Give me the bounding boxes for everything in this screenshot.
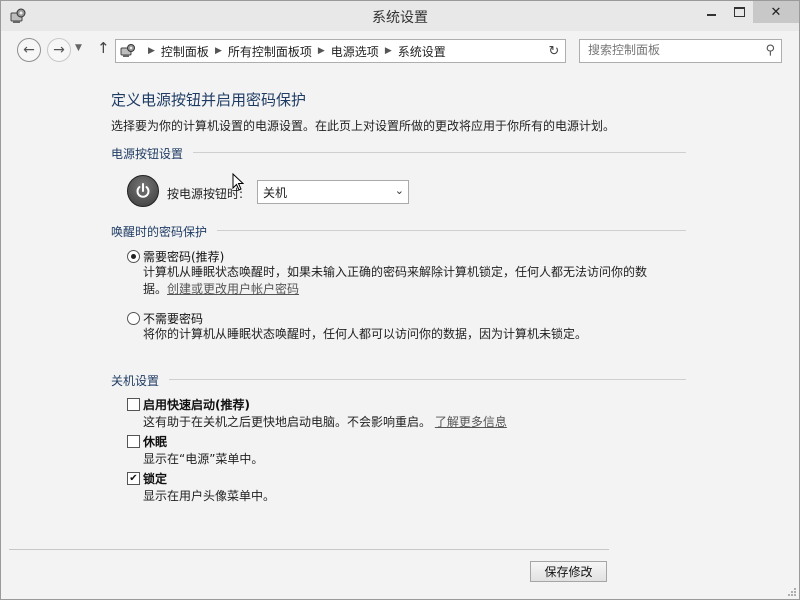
- radio-selected-dot: [131, 254, 136, 259]
- maximize-icon: [733, 7, 745, 17]
- navigation-bar: ← → ▼ ↑ ▶ 控制面板 ▶ 所有控制面板项 ▶ 电源选项 ▶ 系统设置 ↻…: [1, 31, 799, 67]
- search-input[interactable]: [580, 40, 758, 60]
- checkmark-icon: ✔: [129, 473, 138, 484]
- address-bar[interactable]: ▶ 控制面板 ▶ 所有控制面板项 ▶ 电源选项 ▶ 系统设置: [115, 39, 648, 63]
- power-icon: [127, 175, 159, 207]
- chevron-right-icon[interactable]: ▶: [318, 46, 325, 56]
- lock-description: 显示在用户头像菜单中。: [143, 489, 276, 503]
- section-divider: [169, 379, 686, 380]
- page-title: 定义电源按钮并启用密码保护: [111, 91, 307, 109]
- minimize-button[interactable]: [697, 1, 725, 23]
- page-description: 选择要为你的计算机设置的电源设置。在此页上对设置所做的更改将应用于你所有的电源计…: [111, 119, 616, 133]
- window-title: 系统设置: [372, 10, 428, 26]
- back-button[interactable]: ←: [17, 38, 41, 62]
- fast-startup-label[interactable]: 启用快速启动(推荐): [143, 396, 250, 413]
- breadcrumb-system-settings[interactable]: 系统设置: [398, 43, 446, 60]
- main-content: 定义电源按钮并启用密码保护 选择要为你的计算机设置的电源设置。在此页上对设置所做…: [1, 67, 799, 599]
- change-password-link[interactable]: 创建或更改用户帐户密码: [167, 282, 299, 296]
- search-icon[interactable]: ⚲: [765, 43, 775, 58]
- require-password-radio[interactable]: [127, 250, 140, 263]
- breadcrumb-all-items[interactable]: 所有控制面板项: [228, 43, 312, 60]
- minimize-icon: [706, 14, 716, 16]
- save-changes-button[interactable]: 保存修改: [530, 561, 607, 582]
- require-password-desc-line1: 计算机从睡眠状态唤醒时，如果未输入正确的密码来解除计算机锁定，任何人都无法访问你…: [143, 265, 648, 279]
- require-password-description: 计算机从睡眠状态唤醒时，如果未输入正确的密码来解除计算机锁定，任何人都无法访问你…: [143, 264, 647, 298]
- refresh-button[interactable]: ↻: [543, 39, 566, 63]
- breadcrumb: ▶ 控制面板 ▶ 所有控制面板项 ▶ 电源选项 ▶ 系统设置: [142, 43, 446, 59]
- no-password-description: 将你的计算机从睡眠状态唤醒时，任何人都可以访问你的数据，因为计算机未锁定。: [143, 327, 588, 341]
- breadcrumb-control-panel[interactable]: 控制面板: [161, 43, 209, 60]
- power-button-section-heading: 电源按钮设置: [111, 147, 184, 161]
- section-divider: [217, 230, 686, 231]
- power-button-action-select[interactable]: 关机 ⌄: [257, 180, 409, 204]
- control-panel-icon: [120, 44, 135, 57]
- lock-label[interactable]: 锁定: [143, 470, 167, 487]
- no-password-label[interactable]: 不需要密码: [143, 310, 203, 327]
- up-button[interactable]: ↑: [97, 41, 110, 56]
- recent-locations-dropdown[interactable]: ▼: [75, 43, 82, 53]
- chevron-right-icon[interactable]: ▶: [385, 46, 392, 56]
- fast-startup-checkbox[interactable]: [127, 398, 140, 411]
- resize-grip-icon[interactable]: [787, 587, 797, 597]
- mouse-cursor-icon: [232, 173, 244, 191]
- refresh-icon: ↻: [548, 43, 560, 59]
- chevron-down-icon: ⌄: [394, 184, 404, 197]
- close-icon: ✕: [770, 4, 782, 20]
- hibernate-description: 显示在“电源”菜单中。: [143, 452, 264, 466]
- arrow-left-icon: ←: [23, 41, 35, 58]
- require-password-desc-line2: 据。: [143, 282, 168, 296]
- require-password-desc-line2-row: 据。创建或更改用户帐户密码: [143, 281, 647, 298]
- wake-password-section-heading: 唤醒时的密码保护: [111, 225, 208, 239]
- maximize-button[interactable]: [725, 1, 753, 23]
- hibernate-checkbox[interactable]: [127, 435, 140, 448]
- lock-checkbox[interactable]: ✔: [127, 472, 140, 485]
- shutdown-section-heading: 关机设置: [111, 374, 160, 388]
- chevron-right-icon[interactable]: ▶: [215, 46, 222, 56]
- require-password-label[interactable]: 需要密码(推荐): [143, 248, 224, 265]
- hibernate-label[interactable]: 休眠: [143, 433, 167, 450]
- fast-startup-description: 这有助于在关机之后更快地启动电脑。不会影响重启。 了解更多信息: [143, 413, 507, 430]
- search-box: ⚲: [579, 39, 782, 63]
- arrow-right-icon: →: [53, 41, 65, 58]
- power-button-action-value: 关机: [263, 186, 288, 200]
- fast-startup-desc-text: 这有助于在关机之后更快地启动电脑。不会影响重启。: [143, 415, 432, 429]
- arrow-up-icon: ↑: [97, 39, 110, 57]
- chevron-right-icon[interactable]: ▶: [148, 46, 155, 56]
- system-settings-window: 系统设置 ✕ ← → ▼ ↑ ▶ 控制面板 ▶ 所有控制面板项 ▶ 电源选项 ▶: [0, 0, 800, 600]
- title-bar[interactable]: 系统设置 ✕: [1, 1, 799, 31]
- section-divider: [193, 152, 686, 153]
- forward-button[interactable]: →: [47, 38, 71, 62]
- close-button[interactable]: ✕: [753, 1, 799, 23]
- learn-more-link[interactable]: 了解更多信息: [435, 415, 507, 429]
- footer-divider: [9, 549, 609, 550]
- breadcrumb-power-options[interactable]: 电源选项: [331, 43, 379, 60]
- no-password-radio[interactable]: [127, 312, 140, 325]
